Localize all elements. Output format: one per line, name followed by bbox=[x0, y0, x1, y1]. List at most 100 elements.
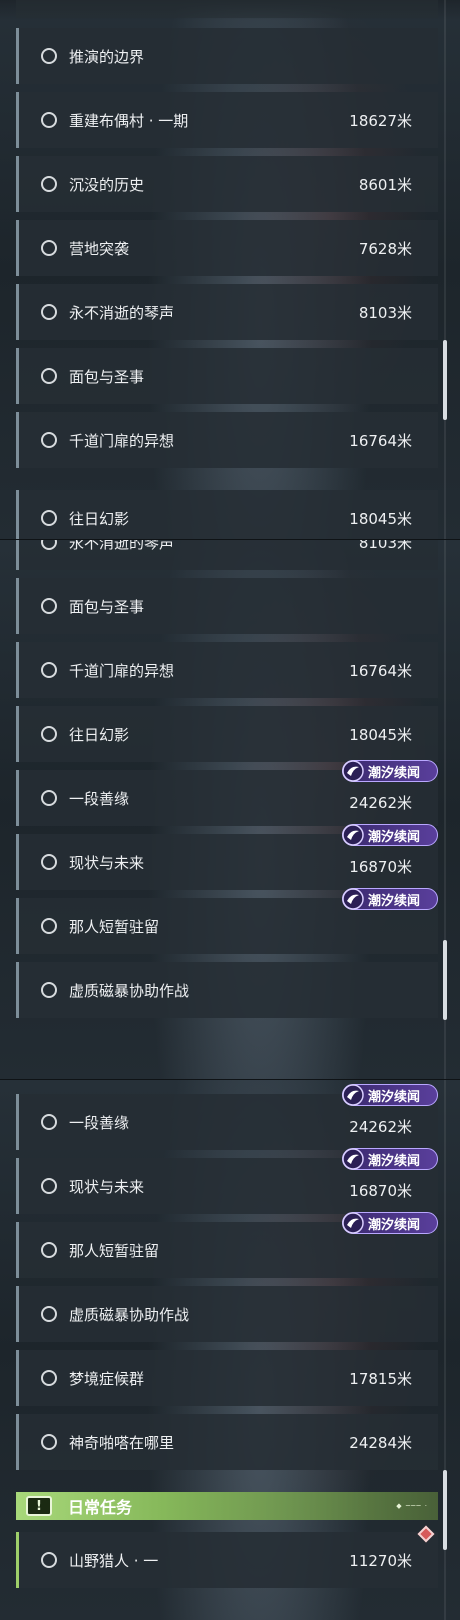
incomplete-circle-icon bbox=[41, 790, 57, 806]
quest-name: 面包与圣事 bbox=[69, 597, 145, 616]
quest-row[interactable]: 沉没的历史 8601米 bbox=[16, 156, 438, 212]
quest-distance: 7628米 bbox=[358, 239, 412, 258]
badge-label: 潮汐续闻 bbox=[368, 765, 421, 781]
quest-name: 营地突袭 bbox=[69, 239, 130, 258]
quest-row[interactable]: 往日幻影 18045米 bbox=[16, 490, 438, 540]
tidal-sequel-badge: 潮汐续闻 bbox=[342, 1212, 438, 1234]
quest-name: 千道门扉的异想 bbox=[69, 661, 175, 680]
incomplete-circle-icon bbox=[41, 432, 57, 448]
quest-row[interactable]: 千道门扉的异想 16764米 bbox=[16, 642, 438, 698]
badge-label: 潮汐续闻 bbox=[368, 893, 421, 909]
quest-row[interactable]: 梦境症候群 17815米 bbox=[16, 1350, 438, 1406]
quest-distance: 18627米 bbox=[349, 111, 412, 130]
quest-distance: 17815米 bbox=[349, 1369, 412, 1388]
quest-name: 山野猎人 · 一 bbox=[69, 1551, 159, 1570]
badge-label: 潮汐续闻 bbox=[368, 1217, 421, 1233]
incomplete-circle-icon bbox=[41, 1306, 57, 1322]
quest-list-panel-1: 推演的边界 重建布偶村 · 一期 18627米 沉没的历史 8601米 营地突袭… bbox=[0, 0, 460, 540]
quest-row[interactable]: 面包与圣事 bbox=[16, 348, 438, 404]
incomplete-circle-icon bbox=[41, 982, 57, 998]
incomplete-circle-icon bbox=[41, 240, 57, 256]
swirl-emblem-icon bbox=[341, 1084, 365, 1106]
incomplete-circle-icon bbox=[41, 1178, 57, 1194]
quest-row[interactable]: 营地突袭 7628米 bbox=[16, 220, 438, 276]
incomplete-circle-icon bbox=[41, 662, 57, 678]
incomplete-circle-icon bbox=[41, 1242, 57, 1258]
tidal-sequel-badge: 潮汐续闻 bbox=[342, 1148, 438, 1170]
quest-distance: 8103米 bbox=[358, 303, 412, 322]
quest-name: 一段善缘 bbox=[69, 789, 130, 808]
quest-name: 虚质磁暴协助作战 bbox=[69, 1305, 190, 1324]
scrollbar-thumb[interactable] bbox=[443, 340, 447, 420]
quest-name: 推演的边界 bbox=[69, 47, 145, 66]
incomplete-circle-icon bbox=[41, 48, 57, 64]
quest-name: 虚质磁暴协助作战 bbox=[69, 981, 190, 1000]
quest-name: 梦境症候群 bbox=[69, 1369, 145, 1388]
incomplete-circle-icon bbox=[41, 1552, 57, 1568]
quest-row[interactable]: 往日幻影 18045米 bbox=[16, 706, 438, 762]
quest-name: 面包与圣事 bbox=[69, 367, 145, 386]
badge-label: 潮汐续闻 bbox=[368, 829, 421, 845]
quest-name: 重建布偶村 · 一期 bbox=[69, 111, 189, 130]
quest-distance: 16764米 bbox=[349, 661, 412, 680]
quest-row[interactable]: 虚质磁暴协助作战 bbox=[16, 1286, 438, 1342]
swirl-emblem-icon bbox=[341, 1212, 365, 1234]
incomplete-circle-icon bbox=[41, 368, 57, 384]
quest-name: 神奇啪嗒在哪里 bbox=[69, 1433, 175, 1452]
quest-name: 往日幻影 bbox=[69, 725, 130, 744]
quest-name: 千道门扉的异想 bbox=[69, 431, 175, 450]
quest-row[interactable]: 永不消逝的琴声 8103米 bbox=[16, 284, 438, 340]
badge-label: 潮汐续闻 bbox=[368, 1089, 421, 1105]
quest-row[interactable]: 面包与圣事 bbox=[16, 578, 438, 634]
quest-list-panel-3: 一段善缘 24262米 潮汐续闻 现状与未来 16870米 潮汐续闻 那人短暂驻… bbox=[0, 1080, 460, 1620]
quest-distance: 18045米 bbox=[349, 509, 412, 528]
quest-distance: 11270米 bbox=[349, 1551, 412, 1570]
scrollbar-thumb[interactable] bbox=[443, 940, 447, 1020]
daily-quest-row[interactable]: 山野猎人 · 一 11270米 bbox=[16, 1532, 438, 1588]
quest-name: 现状与未来 bbox=[69, 853, 145, 872]
quest-row[interactable]: 虚质磁暴协助作战 bbox=[16, 962, 438, 1018]
quest-row[interactable]: 推演的边界 bbox=[16, 28, 438, 84]
quest-row[interactable]: 千道门扉的异想 16764米 bbox=[16, 412, 438, 468]
incomplete-circle-icon bbox=[41, 510, 57, 526]
quest-distance: 16870米 bbox=[349, 1181, 412, 1200]
daily-quests-header[interactable]: ! 日常任务 ◆ ─── · bbox=[16, 1492, 438, 1520]
quest-row[interactable]: 永不消逝的琴声 8103米 bbox=[16, 540, 438, 570]
quest-name: 现状与未来 bbox=[69, 1177, 145, 1196]
quest-distance: 24284米 bbox=[349, 1433, 412, 1452]
quest-name: 那人短暂驻留 bbox=[69, 1241, 160, 1260]
incomplete-circle-icon bbox=[41, 1114, 57, 1130]
incomplete-circle-icon bbox=[41, 1434, 57, 1450]
quest-distance: 24262米 bbox=[349, 793, 412, 812]
quest-row[interactable]: 重建布偶村 · 一期 18627米 bbox=[16, 92, 438, 148]
quest-list-panel-2: 永不消逝的琴声 8103米 面包与圣事 千道门扉的异想 16764米 往日幻影 … bbox=[0, 540, 460, 1080]
quest-distance: 8601米 bbox=[358, 175, 412, 194]
quest-name: 一段善缘 bbox=[69, 1113, 130, 1132]
quest-name: 那人短暂驻留 bbox=[69, 917, 160, 936]
swirl-emblem-icon bbox=[341, 888, 365, 910]
quest-name: 往日幻影 bbox=[69, 509, 130, 528]
quest-row[interactable]: 神奇啪嗒在哪里 24284米 bbox=[16, 1414, 438, 1470]
quest-distance: 24262米 bbox=[349, 1117, 412, 1136]
swirl-emblem-icon bbox=[341, 760, 365, 782]
incomplete-circle-icon bbox=[41, 1370, 57, 1386]
incomplete-circle-icon bbox=[41, 918, 57, 934]
quest-name: 永不消逝的琴声 bbox=[69, 303, 175, 322]
quest-distance: 16764米 bbox=[349, 431, 412, 450]
quest-distance: 16870米 bbox=[349, 857, 412, 876]
scrollbar-track[interactable] bbox=[444, 0, 446, 540]
incomplete-circle-icon bbox=[41, 726, 57, 742]
partial-row-top bbox=[16, 0, 438, 18]
swirl-emblem-icon bbox=[341, 824, 365, 846]
incomplete-circle-icon bbox=[41, 176, 57, 192]
tidal-sequel-badge: 潮汐续闻 bbox=[342, 1084, 438, 1106]
quest-name: 沉没的历史 bbox=[69, 175, 145, 194]
badge-label: 潮汐续闻 bbox=[368, 1153, 421, 1169]
tidal-sequel-badge: 潮汐续闻 bbox=[342, 888, 438, 910]
section-title: 日常任务 bbox=[68, 1498, 133, 1517]
tidal-sequel-badge: 潮汐续闻 bbox=[342, 824, 438, 846]
tidal-sequel-badge: 潮汐续闻 bbox=[342, 760, 438, 782]
quest-name: 永不消逝的琴声 bbox=[69, 540, 175, 552]
scrollbar-thumb[interactable] bbox=[443, 1470, 447, 1550]
incomplete-circle-icon bbox=[41, 304, 57, 320]
